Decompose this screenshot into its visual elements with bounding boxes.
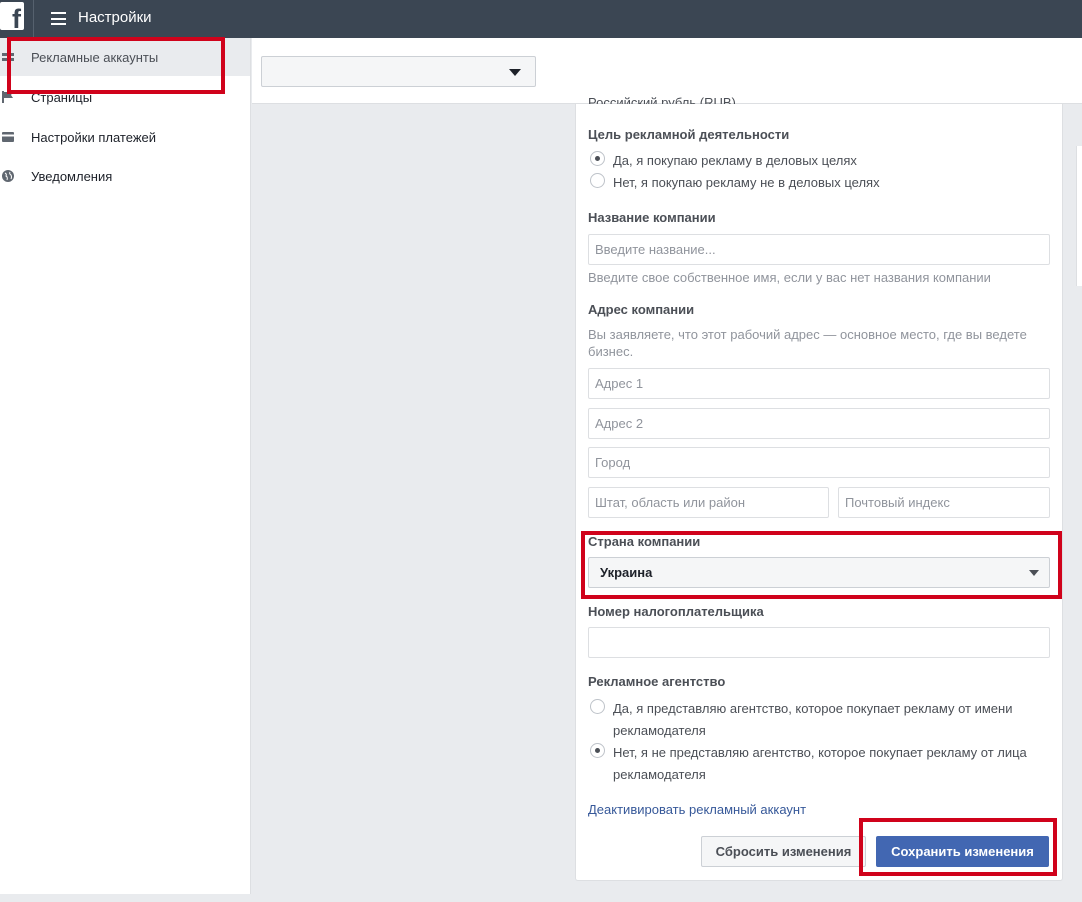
state-input[interactable] xyxy=(589,488,828,517)
zip-input[interactable] xyxy=(839,488,1049,517)
sidebar-item-label: Настройки платежей xyxy=(31,130,157,145)
divider xyxy=(33,0,34,38)
radio-label: Да, я покупаю рекламу в деловых целях xyxy=(613,153,857,168)
sidebar: Рекламные аккаунты Страницы Настройки пл… xyxy=(0,38,251,894)
purpose-label: Цель рекламной деятельности xyxy=(588,127,790,142)
sidebar-item-label: Рекламные аккаунты xyxy=(31,50,159,65)
company-name-hint: Введите свое собственное имя, если у вас… xyxy=(588,270,991,285)
address-line2-input[interactable] xyxy=(589,409,1049,438)
sidebar-item-payment-settings[interactable]: Настройки платежей xyxy=(0,118,250,156)
tax-id-field[interactable] xyxy=(588,627,1050,658)
sidebar-item-ad-accounts[interactable]: Рекламные аккаунты xyxy=(0,38,250,76)
radio-label: Да, я представляю агентство, которое пок… xyxy=(613,701,1013,738)
radio-checked[interactable] xyxy=(590,743,605,758)
flag-icon xyxy=(2,91,13,103)
company-country-label: Страна компании xyxy=(588,534,701,549)
globe-icon xyxy=(2,170,14,182)
ad-account-select[interactable] xyxy=(261,56,536,87)
sidebar-item-notifications[interactable]: Уведомления xyxy=(0,157,250,195)
save-changes-button[interactable]: Сохранить изменения xyxy=(876,836,1049,867)
account-toolbar xyxy=(252,38,1082,104)
address-line1-field[interactable] xyxy=(588,368,1050,399)
radio-unchecked[interactable] xyxy=(590,173,605,188)
ad-accounts-icon xyxy=(2,53,14,61)
sidebar-item-label: Уведомления xyxy=(31,169,113,184)
zip-field[interactable] xyxy=(838,487,1050,518)
company-address-hint: Вы заявляете, что этот рабочий адрес — о… xyxy=(588,327,1027,359)
currency-value: Российский рубль (RUB) xyxy=(588,96,736,104)
sidebar-item-label: Страницы xyxy=(31,90,93,105)
radio-label: Нет, я не представляю агентство, которое… xyxy=(613,745,1027,782)
company-country-value: Украина xyxy=(600,565,653,580)
sidebar-item-pages[interactable]: Страницы xyxy=(0,78,250,116)
reset-changes-button[interactable]: Сбросить изменения xyxy=(701,836,866,867)
page-title: Настройки xyxy=(78,9,152,26)
city-input[interactable] xyxy=(589,448,1049,477)
tax-id-label: Номер налогоплательщика xyxy=(588,604,764,619)
radio-label: Нет, я покупаю рекламу не в деловых целя… xyxy=(613,175,880,190)
radio-unchecked[interactable] xyxy=(590,699,605,714)
state-field[interactable] xyxy=(588,487,829,518)
chevron-down-icon xyxy=(1029,570,1039,576)
scrollbar[interactable] xyxy=(1076,146,1082,286)
top-bar: f Настройки xyxy=(0,0,1082,38)
company-country-select[interactable]: Украина xyxy=(588,557,1050,588)
company-name-input[interactable] xyxy=(589,235,1049,264)
company-name-label: Название компании xyxy=(588,210,716,225)
radio-checked[interactable] xyxy=(590,151,605,166)
chevron-down-icon xyxy=(509,69,521,76)
address-line2-field[interactable] xyxy=(588,408,1050,439)
tax-id-input[interactable] xyxy=(589,628,1049,657)
menu-icon[interactable] xyxy=(51,12,66,25)
address-line1-input[interactable] xyxy=(589,369,1049,398)
company-address-label: Адрес компании xyxy=(588,302,695,317)
ad-agency-label: Рекламное агентство xyxy=(588,674,726,689)
company-name-field[interactable] xyxy=(588,234,1050,265)
city-field[interactable] xyxy=(588,447,1050,478)
facebook-logo-icon[interactable]: f xyxy=(0,2,24,30)
deactivate-account-link[interactable]: Деактивировать рекламный аккаунт xyxy=(588,802,806,818)
credit-card-icon xyxy=(2,132,14,142)
